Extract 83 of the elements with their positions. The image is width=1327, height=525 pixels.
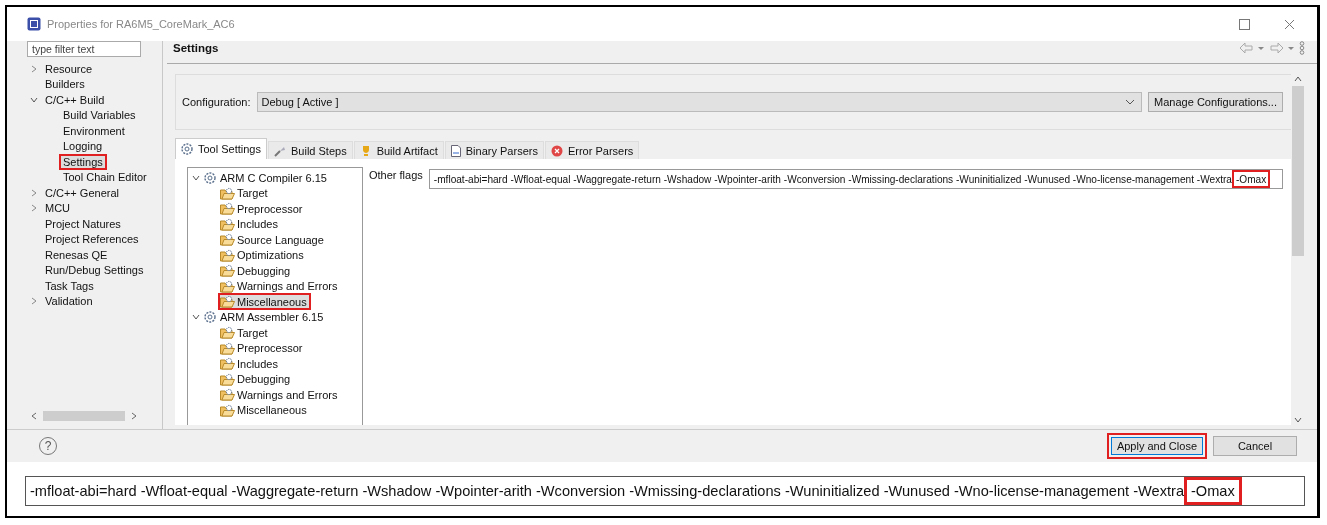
folder-icon bbox=[220, 202, 235, 216]
zoomed-flags-field: -mfloat-abi=hard -Wfloat-equal -Waggregate-return -Wshadow -Wpointer-arith -Wconversion -Wmissing-declarations -Wuninitialized -Wunused -Wno-license-management -Wextra -Omax bbox=[25, 476, 1305, 506]
tab[interactable]: Build Steps bbox=[268, 141, 353, 159]
window-title: Properties for RA6M5_CoreMark_AC6 bbox=[47, 18, 235, 30]
sidebar-item[interactable]: Build Variables bbox=[59, 107, 140, 124]
scroll-down-icon[interactable] bbox=[1294, 417, 1302, 423]
sidebar-item[interactable]: C/C++ General bbox=[41, 184, 123, 201]
configuration-dropdown[interactable]: Debug [ Active ] bbox=[256, 92, 1143, 112]
tree-item[interactable]: Optimizations bbox=[218, 246, 308, 264]
sidebar-item[interactable]: Tool Chain Editor bbox=[59, 169, 151, 186]
folder-icon bbox=[220, 403, 235, 417]
filter-field[interactable]: type filter text bbox=[27, 41, 141, 57]
sidebar-item[interactable]: Logging bbox=[59, 138, 107, 155]
tree-item[interactable]: Target bbox=[218, 324, 272, 342]
folder-icon bbox=[220, 326, 235, 340]
sidebar-item[interactable]: Renesas QE bbox=[41, 246, 112, 263]
error-icon bbox=[550, 144, 563, 157]
chevron-right-icon[interactable] bbox=[30, 204, 38, 213]
tree-item[interactable]: Miscellaneous bbox=[218, 401, 311, 419]
folder-icon bbox=[220, 233, 235, 247]
sidebar-item[interactable]: Settings bbox=[59, 153, 107, 170]
sidebar-item[interactable]: MCU bbox=[41, 200, 75, 217]
page-title: Settings bbox=[173, 42, 219, 54]
gear-icon bbox=[181, 143, 193, 155]
scroll-right-icon[interactable] bbox=[131, 412, 137, 420]
tree-item[interactable]: Includes bbox=[218, 355, 282, 373]
maximize-icon[interactable] bbox=[1239, 18, 1250, 30]
sidebar-item[interactable]: Validation bbox=[41, 293, 97, 310]
chevron-down-icon[interactable] bbox=[192, 173, 200, 182]
tree-item[interactable]: Debugging bbox=[218, 262, 295, 280]
chevron-down-icon[interactable] bbox=[192, 313, 200, 322]
tab[interactable]: Build Artifact bbox=[353, 141, 444, 159]
sidebar-item[interactable]: Project References bbox=[41, 231, 143, 248]
sidebar-item[interactable]: Resource bbox=[41, 60, 97, 77]
tree-item[interactable]: ARM Assembler 6.15 bbox=[220, 311, 324, 324]
gear-icon bbox=[204, 171, 216, 184]
sidebar-item[interactable]: Run/Debug Settings bbox=[41, 262, 148, 279]
chevron-right-icon[interactable] bbox=[30, 188, 38, 197]
sidebar-item[interactable]: Project Natures bbox=[41, 215, 125, 232]
gear-icon bbox=[204, 311, 216, 324]
tree-item[interactable]: Debugging bbox=[218, 370, 295, 388]
manage-configurations-button[interactable]: Manage Configurations... bbox=[1148, 92, 1283, 112]
folder-icon bbox=[220, 357, 235, 371]
folder-icon bbox=[220, 264, 235, 278]
sidebar-item[interactable]: Builders bbox=[41, 76, 89, 93]
folder-icon bbox=[220, 372, 235, 386]
sidebar-item[interactable]: Environment bbox=[59, 122, 129, 139]
tree-item[interactable]: Warnings and Errors bbox=[218, 386, 342, 404]
tree-item[interactable]: Miscellaneous bbox=[218, 293, 311, 311]
tab[interactable]: Binary Parsers bbox=[444, 141, 544, 159]
folder-icon bbox=[220, 217, 235, 231]
tab[interactable]: Error Parsers bbox=[544, 141, 640, 159]
tree-item[interactable]: Preprocessor bbox=[218, 339, 307, 357]
sidebar-item[interactable]: C/C++ Build bbox=[41, 91, 109, 108]
menu-icon[interactable] bbox=[1299, 41, 1305, 55]
folder-icon bbox=[220, 388, 235, 402]
caret-down-icon bbox=[1125, 99, 1136, 105]
tree-item[interactable]: Target bbox=[218, 184, 272, 202]
app-icon bbox=[27, 17, 41, 31]
other-flags-field[interactable]: -mfloat-abi=hard -Wfloat-equal -Waggregate-return -Wshadow -Wpointer-arith -Wconversion -Wmissing-declarations -Wuninitialized -Wunused -Wno-license-management -Wextra -Omax bbox=[428, 169, 1283, 189]
configuration-label: Configuration: bbox=[182, 96, 251, 108]
tree-item[interactable]: Source Language bbox=[218, 231, 328, 249]
folder-icon bbox=[220, 295, 235, 309]
tree-item[interactable]: Warnings and Errors bbox=[218, 277, 342, 295]
folder-icon bbox=[220, 186, 235, 200]
folder-icon bbox=[220, 279, 235, 293]
tab[interactable]: Tool Settings bbox=[175, 138, 267, 159]
folder-icon bbox=[220, 248, 235, 262]
dialog-button[interactable]: Apply and Close bbox=[1106, 433, 1207, 459]
document-icon bbox=[450, 144, 461, 157]
tree-item[interactable]: Preprocessor bbox=[218, 200, 307, 218]
chevron-down-icon[interactable] bbox=[30, 95, 38, 104]
dialog-button[interactable]: Cancel bbox=[1213, 436, 1297, 456]
chevron-right-icon[interactable] bbox=[30, 297, 38, 306]
sidebar-item[interactable]: Task Tags bbox=[41, 277, 98, 294]
scroll-left-icon[interactable] bbox=[31, 412, 37, 420]
scroll-up-icon[interactable] bbox=[1294, 76, 1302, 82]
tree-item[interactable]: Includes bbox=[218, 215, 282, 233]
folder-icon bbox=[220, 341, 235, 355]
close-icon[interactable] bbox=[1284, 18, 1295, 30]
other-flags-label: Other flags bbox=[369, 169, 423, 181]
tree-item[interactable]: ARM C Compiler 6.15 bbox=[220, 171, 327, 184]
chevron-right-icon[interactable] bbox=[30, 64, 38, 73]
